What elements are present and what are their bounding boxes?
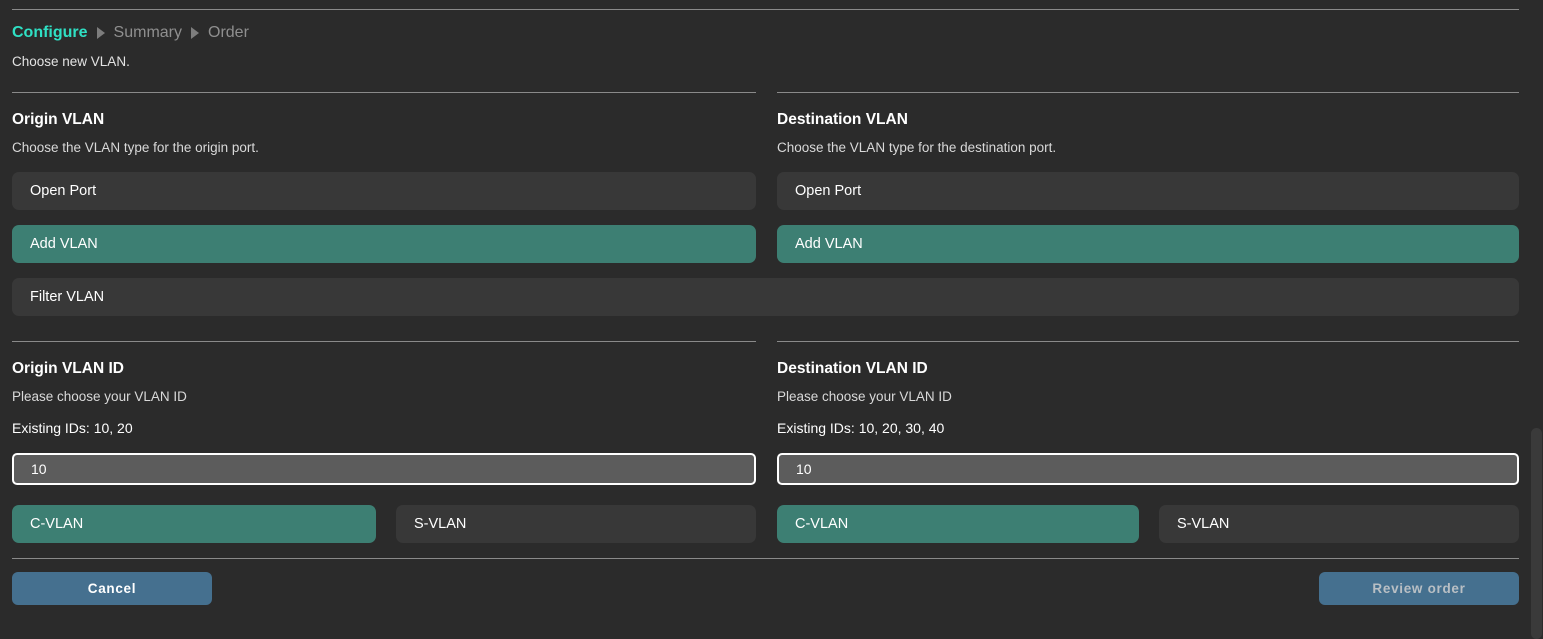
origin-existing-ids: Existing IDs: 10, 20: [12, 419, 133, 438]
vlan-configure-page: Configure Summary Order Choose new VLAN.…: [0, 0, 1531, 639]
breadcrumb-step-order[interactable]: Order: [208, 22, 249, 44]
destination-vlan-section: Destination VLAN Choose the VLAN type fo…: [777, 110, 1519, 157]
origin-tag-c-vlan-label: C-VLAN: [30, 516, 83, 532]
destination-section-divider: [777, 92, 1519, 93]
page-subtitle: Choose new VLAN.: [12, 53, 130, 71]
origin-tag-s-vlan[interactable]: S-VLAN: [396, 505, 756, 543]
origin-vlan-description: Choose the VLAN type for the origin port…: [12, 139, 756, 157]
origin-vlan-section: Origin VLAN Choose the VLAN type for the…: [12, 110, 756, 157]
destination-option-open-port[interactable]: Open Port: [777, 172, 1519, 210]
destination-tag-c-vlan-label: C-VLAN: [795, 516, 848, 532]
destination-tag-s-vlan[interactable]: S-VLAN: [1159, 505, 1519, 543]
origin-vlan-id-divider: [12, 341, 756, 342]
cancel-button[interactable]: Cancel: [12, 572, 212, 605]
destination-vlan-id-divider: [777, 341, 1519, 342]
origin-option-add-vlan[interactable]: Add VLAN: [12, 225, 756, 263]
origin-section-divider: [12, 92, 756, 93]
destination-tag-s-vlan-label: S-VLAN: [1177, 516, 1229, 532]
origin-vlan-id-input[interactable]: [12, 453, 756, 485]
top-divider: [12, 9, 1519, 10]
destination-existing-ids: Existing IDs: 10, 20, 30, 40: [777, 419, 944, 438]
origin-vlan-title: Origin VLAN: [12, 110, 756, 130]
origin-tag-c-vlan[interactable]: C-VLAN: [12, 505, 376, 543]
destination-vlan-id-section: Destination VLAN ID Please choose your V…: [777, 359, 1519, 406]
origin-option-add-vlan-label: Add VLAN: [30, 236, 98, 252]
destination-option-open-port-label: Open Port: [795, 183, 861, 199]
triangle-right-icon: [97, 27, 105, 39]
destination-vlan-id-input[interactable]: [777, 453, 1519, 485]
origin-vlan-id-description: Please choose your VLAN ID: [12, 388, 756, 406]
review-order-button[interactable]: Review order: [1319, 572, 1519, 605]
origin-vlan-id-section: Origin VLAN ID Please choose your VLAN I…: [12, 359, 756, 406]
breadcrumb-step-configure[interactable]: Configure: [12, 22, 88, 44]
breadcrumb-step-summary[interactable]: Summary: [114, 22, 182, 44]
vertical-scrollbar-track[interactable]: [1531, 0, 1543, 639]
filter-vlan-option-label: Filter VLAN: [30, 289, 104, 305]
destination-option-add-vlan-label: Add VLAN: [795, 236, 863, 252]
origin-option-open-port[interactable]: Open Port: [12, 172, 756, 210]
triangle-right-icon: [191, 27, 199, 39]
destination-vlan-description: Choose the VLAN type for the destination…: [777, 139, 1519, 157]
filter-vlan-option[interactable]: Filter VLAN: [12, 278, 1519, 316]
destination-vlan-title: Destination VLAN: [777, 110, 1519, 130]
vertical-scrollbar-thumb[interactable]: [1531, 428, 1542, 639]
destination-vlan-id-title: Destination VLAN ID: [777, 359, 1519, 379]
destination-tag-c-vlan[interactable]: C-VLAN: [777, 505, 1139, 543]
origin-option-open-port-label: Open Port: [30, 183, 96, 199]
destination-vlan-id-description: Please choose your VLAN ID: [777, 388, 1519, 406]
footer-divider: [12, 558, 1519, 559]
origin-tag-s-vlan-label: S-VLAN: [414, 516, 466, 532]
destination-option-add-vlan[interactable]: Add VLAN: [777, 225, 1519, 263]
origin-vlan-id-title: Origin VLAN ID: [12, 359, 756, 379]
breadcrumb: Configure Summary Order: [12, 22, 249, 44]
